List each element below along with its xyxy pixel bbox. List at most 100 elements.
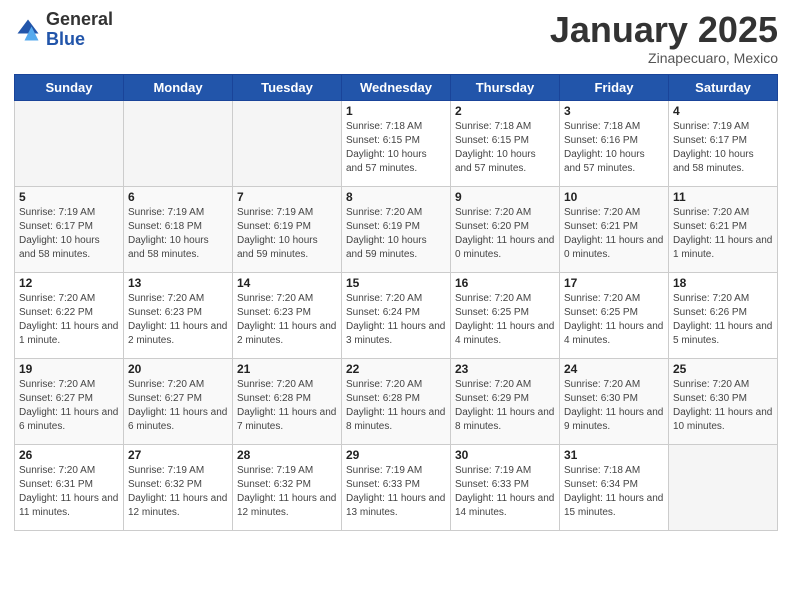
logo-general: General xyxy=(46,9,113,29)
day-info: Sunrise: 7:20 AM Sunset: 6:23 PM Dayligh… xyxy=(128,292,228,348)
calendar-cell: 9 Sunrise: 7:20 AM Sunset: 6:20 PM Daylig… xyxy=(451,186,560,272)
calendar-cell: 4 Sunrise: 7:19 AM Sunset: 6:17 PM Daylig… xyxy=(669,100,778,186)
calendar-cell: 16 Sunrise: 7:20 AM Sunset: 6:25 PM Dayli… xyxy=(451,272,560,358)
day-info: Sunrise: 7:20 AM Sunset: 6:31 PM Dayligh… xyxy=(19,464,119,520)
calendar-cell: 29 Sunrise: 7:19 AM Sunset: 6:33 PM Dayli… xyxy=(342,444,451,530)
day-number: 19 xyxy=(19,362,119,376)
day-number: 1 xyxy=(346,104,446,118)
calendar-cell: 21Sunrise: 7:20 AM Sunset: 6:28 PM Dayli… xyxy=(233,358,342,444)
day-number: 18 xyxy=(673,276,773,290)
day-info: Sunrise: 7:19 AM Sunset: 6:17 PM Dayligh… xyxy=(673,120,773,176)
day-number: 30 xyxy=(455,448,555,462)
calendar-cell: 12 Sunrise: 7:20 AM Sunset: 6:22 PM Dayli… xyxy=(15,272,124,358)
calendar-cell: 26 Sunrise: 7:20 AM Sunset: 6:31 PM Dayli… xyxy=(15,444,124,530)
calendar-cell: 17 Sunrise: 7:20 AM Sunset: 6:25 PM Dayli… xyxy=(560,272,669,358)
weekday-header-friday: Friday xyxy=(560,74,669,100)
calendar-cell xyxy=(15,100,124,186)
calendar-cell: 8Sunrise: 7:20 AM Sunset: 6:19 PM Daylig… xyxy=(342,186,451,272)
day-info: Sunrise: 7:20 AM Sunset: 6:30 PM Dayligh… xyxy=(673,378,773,434)
day-number: 5 xyxy=(19,190,119,204)
day-info: Sunrise: 7:18 AM Sunset: 6:16 PM Dayligh… xyxy=(564,120,664,176)
day-info: Sunrise: 7:18 AM Sunset: 6:34 PM Dayligh… xyxy=(564,464,664,520)
day-number: 11 xyxy=(673,190,773,204)
day-number: 23 xyxy=(455,362,555,376)
day-number: 4 xyxy=(673,104,773,118)
day-info: Sunrise: 7:20 AM Sunset: 6:27 PM Dayligh… xyxy=(19,378,119,434)
day-info: Sunrise: 7:19 AM Sunset: 6:19 PM Dayligh… xyxy=(237,206,337,262)
day-number: 16 xyxy=(455,276,555,290)
weekday-header-sunday: Sunday xyxy=(15,74,124,100)
day-info: Sunrise: 7:20 AM Sunset: 6:26 PM Dayligh… xyxy=(673,292,773,348)
day-number: 28 xyxy=(237,448,337,462)
day-info: Sunrise: 7:19 AM Sunset: 6:32 PM Dayligh… xyxy=(128,464,228,520)
week-row-3: 12 Sunrise: 7:20 AM Sunset: 6:22 PM Dayli… xyxy=(15,272,778,358)
day-info: Sunrise: 7:20 AM Sunset: 6:30 PM Dayligh… xyxy=(564,378,664,434)
calendar-cell: 19 Sunrise: 7:20 AM Sunset: 6:27 PM Dayli… xyxy=(15,358,124,444)
calendar-cell: 11 Sunrise: 7:20 AM Sunset: 6:21 PM Dayli… xyxy=(669,186,778,272)
weekday-header-wednesday: Wednesday xyxy=(342,74,451,100)
calendar-cell: 23Sunrise: 7:20 AM Sunset: 6:29 PM Dayli… xyxy=(451,358,560,444)
title-block: January 2025 Zinapecuaro, Mexico xyxy=(550,10,778,66)
day-number: 20 xyxy=(128,362,228,376)
day-number: 22 xyxy=(346,362,446,376)
week-row-2: 5 Sunrise: 7:19 AM Sunset: 6:17 PM Daylig… xyxy=(15,186,778,272)
day-number: 26 xyxy=(19,448,119,462)
day-number: 2 xyxy=(455,104,555,118)
day-number: 12 xyxy=(19,276,119,290)
calendar-cell: 3 Sunrise: 7:18 AM Sunset: 6:16 PM Daylig… xyxy=(560,100,669,186)
calendar-cell: 20Sunrise: 7:20 AM Sunset: 6:27 PM Dayli… xyxy=(124,358,233,444)
calendar-cell: 1 Sunrise: 7:18 AM Sunset: 6:15 PM Daylig… xyxy=(342,100,451,186)
week-row-4: 19 Sunrise: 7:20 AM Sunset: 6:27 PM Dayli… xyxy=(15,358,778,444)
weekday-header-thursday: Thursday xyxy=(451,74,560,100)
week-row-5: 26 Sunrise: 7:20 AM Sunset: 6:31 PM Dayli… xyxy=(15,444,778,530)
page: General Blue January 2025 Zinapecuaro, M… xyxy=(0,0,792,612)
calendar-cell xyxy=(233,100,342,186)
calendar-cell: 31Sunrise: 7:18 AM Sunset: 6:34 PM Dayli… xyxy=(560,444,669,530)
subtitle: Zinapecuaro, Mexico xyxy=(550,50,778,66)
calendar-cell: 24 Sunrise: 7:20 AM Sunset: 6:30 PM Dayli… xyxy=(560,358,669,444)
calendar-cell xyxy=(124,100,233,186)
calendar-cell: 2 Sunrise: 7:18 AM Sunset: 6:15 PM Daylig… xyxy=(451,100,560,186)
logo-text: General Blue xyxy=(46,10,113,50)
calendar-cell: 30 Sunrise: 7:19 AM Sunset: 6:33 PM Dayli… xyxy=(451,444,560,530)
day-number: 29 xyxy=(346,448,446,462)
day-number: 6 xyxy=(128,190,228,204)
weekday-header-row: SundayMondayTuesdayWednesdayThursdayFrid… xyxy=(15,74,778,100)
calendar-cell: 6 Sunrise: 7:19 AM Sunset: 6:18 PM Daylig… xyxy=(124,186,233,272)
day-number: 21 xyxy=(237,362,337,376)
day-number: 9 xyxy=(455,190,555,204)
day-info: Sunrise: 7:19 AM Sunset: 6:33 PM Dayligh… xyxy=(346,464,446,520)
day-info: Sunrise: 7:20 AM Sunset: 6:20 PM Dayligh… xyxy=(455,206,555,262)
day-info: Sunrise: 7:20 AM Sunset: 6:23 PM Dayligh… xyxy=(237,292,337,348)
day-number: 3 xyxy=(564,104,664,118)
calendar-cell: 15Sunrise: 7:20 AM Sunset: 6:24 PM Dayli… xyxy=(342,272,451,358)
calendar-cell: 10 Sunrise: 7:20 AM Sunset: 6:21 PM Dayli… xyxy=(560,186,669,272)
header: General Blue January 2025 Zinapecuaro, M… xyxy=(14,10,778,66)
day-info: Sunrise: 7:20 AM Sunset: 6:19 PM Dayligh… xyxy=(346,206,446,262)
day-info: Sunrise: 7:20 AM Sunset: 6:21 PM Dayligh… xyxy=(673,206,773,262)
day-info: Sunrise: 7:18 AM Sunset: 6:15 PM Dayligh… xyxy=(346,120,446,176)
day-info: Sunrise: 7:19 AM Sunset: 6:18 PM Dayligh… xyxy=(128,206,228,262)
day-info: Sunrise: 7:20 AM Sunset: 6:21 PM Dayligh… xyxy=(564,206,664,262)
day-number: 27 xyxy=(128,448,228,462)
calendar-cell: 5 Sunrise: 7:19 AM Sunset: 6:17 PM Daylig… xyxy=(15,186,124,272)
day-info: Sunrise: 7:20 AM Sunset: 6:25 PM Dayligh… xyxy=(564,292,664,348)
calendar-cell: 18 Sunrise: 7:20 AM Sunset: 6:26 PM Dayli… xyxy=(669,272,778,358)
day-info: Sunrise: 7:18 AM Sunset: 6:15 PM Dayligh… xyxy=(455,120,555,176)
calendar-cell: 25 Sunrise: 7:20 AM Sunset: 6:30 PM Dayli… xyxy=(669,358,778,444)
day-number: 25 xyxy=(673,362,773,376)
day-info: Sunrise: 7:19 AM Sunset: 6:32 PM Dayligh… xyxy=(237,464,337,520)
logo: General Blue xyxy=(14,10,113,50)
day-number: 14 xyxy=(237,276,337,290)
day-number: 7 xyxy=(237,190,337,204)
day-info: Sunrise: 7:19 AM Sunset: 6:17 PM Dayligh… xyxy=(19,206,119,262)
day-info: Sunrise: 7:20 AM Sunset: 6:22 PM Dayligh… xyxy=(19,292,119,348)
day-info: Sunrise: 7:20 AM Sunset: 6:25 PM Dayligh… xyxy=(455,292,555,348)
day-number: 10 xyxy=(564,190,664,204)
day-info: Sunrise: 7:19 AM Sunset: 6:33 PM Dayligh… xyxy=(455,464,555,520)
calendar: SundayMondayTuesdayWednesdayThursdayFrid… xyxy=(14,74,778,531)
calendar-cell xyxy=(669,444,778,530)
calendar-cell: 28 Sunrise: 7:19 AM Sunset: 6:32 PM Dayli… xyxy=(233,444,342,530)
day-number: 17 xyxy=(564,276,664,290)
day-number: 24 xyxy=(564,362,664,376)
